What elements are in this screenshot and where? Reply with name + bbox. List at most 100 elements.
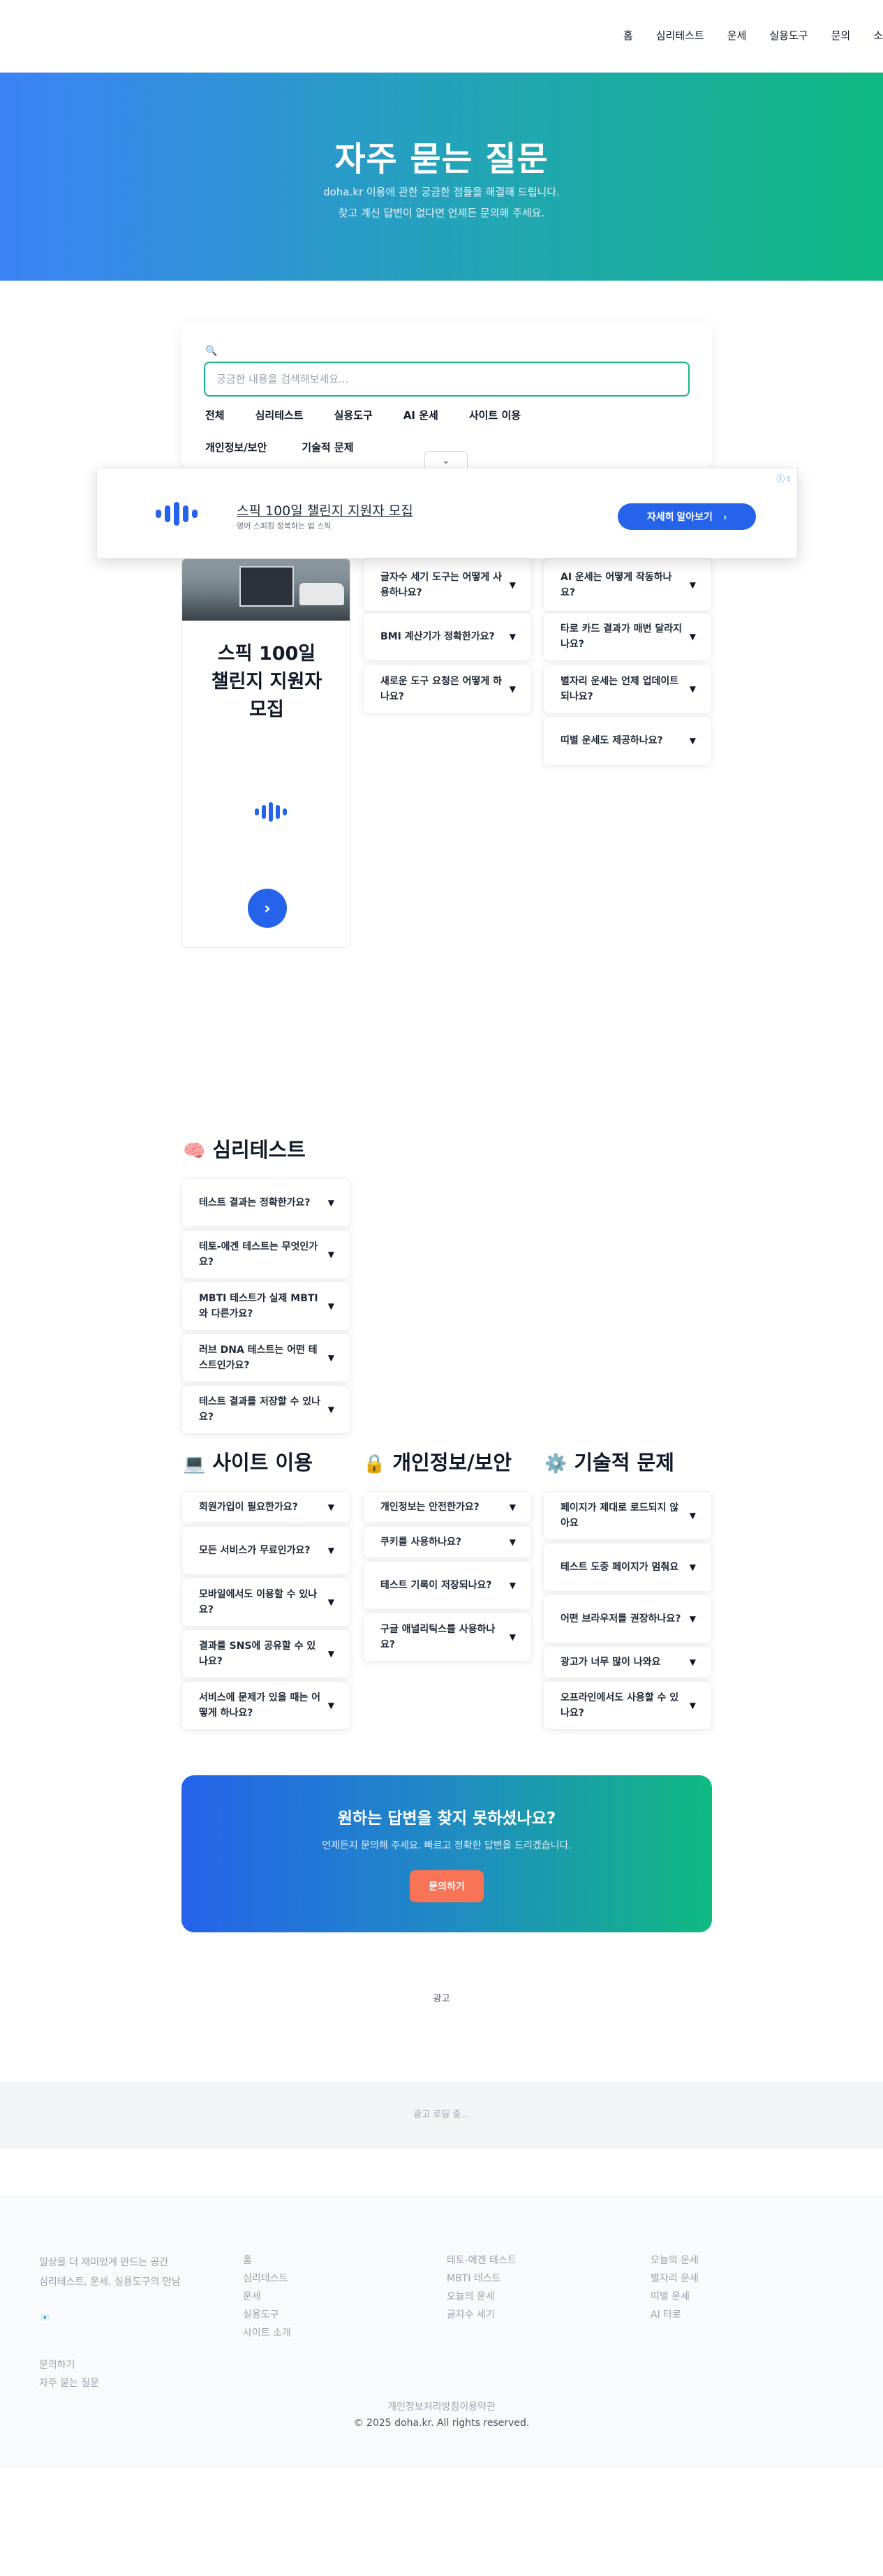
anchor-ad-cta-button[interactable]: 자세히 알아보기 ›	[618, 503, 756, 530]
email-icon[interactable]: 📧	[40, 2314, 49, 2322]
nav-home[interactable]: 홈	[623, 28, 633, 43]
faq-item[interactable]: 모든 서비스가 무료인가요? ▼	[181, 1526, 350, 1575]
anchor-ad-title[interactable]: 스픽 100일 챌린지 지원자 모집	[237, 501, 413, 519]
category-all[interactable]: 전체	[205, 408, 225, 422]
faq-item[interactable]: 페이지가 제대로 로드되지 않아요 ▼	[543, 1491, 712, 1540]
category-site-usage[interactable]: 사이트 이용	[469, 408, 521, 422]
expand-arrow-icon: ▼	[689, 736, 696, 746]
page-title: 자주 묻는 질문	[334, 140, 549, 179]
side-ad-arrow-button[interactable]: ›	[248, 889, 287, 928]
anchor-ad-banner[interactable]: ⓘ ⁝ 스픽 100일 챌린지 지원자 모집 영어 스피킹 정복하는 법 스픽 …	[96, 468, 798, 558]
footer-link[interactable]: 사이트 소개	[243, 2324, 291, 2342]
search-icon: 🔍	[205, 346, 218, 357]
faq-item[interactable]: 별자리 운세는 언제 업데이트되나요? ▼	[543, 665, 712, 713]
nav-tools[interactable]: 실용도구	[769, 28, 808, 43]
nav-contact[interactable]: 문의	[831, 28, 851, 43]
side-ad-title-line: 챌린지 지원자	[211, 671, 322, 693]
expand-arrow-icon: ▼	[327, 1597, 334, 1607]
hero-description-line1: doha.kr 이용에 관한 궁금한 점들을 해결해 드립니다.	[323, 186, 560, 198]
expand-arrow-icon: ▼	[327, 1198, 334, 1208]
category-tech[interactable]: 기술적 문제	[302, 440, 353, 454]
faq-item[interactable]: 결과를 SNS에 공유할 수 있나요? ▼	[181, 1629, 350, 1678]
footer-link[interactable]: 글자수 세기	[447, 2306, 517, 2324]
expand-arrow-icon: ▼	[689, 1614, 696, 1624]
faq-question: 페이지가 제대로 로드되지 않아요	[561, 1502, 679, 1529]
collapse-toggle[interactable]: ⌄	[424, 451, 468, 469]
footer-link[interactable]: 띠별 운세	[651, 2288, 699, 2306]
faq-item[interactable]: BMI 계산기가 정확한가요? ▼	[363, 613, 532, 660]
faq-question: 서비스에 문제가 있을 때는 어떻게 하나요?	[199, 1692, 321, 1719]
category-tools[interactable]: 실용도구	[334, 408, 373, 422]
footer-link[interactable]: 오늘의 운세	[447, 2288, 517, 2306]
faq-item[interactable]: 테스트 도중 페이지가 멈춰요 ▼	[543, 1543, 712, 1592]
faq-search-card: 🔍 전체 심리테스트 실용도구 AI 운세 사이트 이용 개인정보/보안 기술적…	[181, 323, 712, 469]
category-filter-row-2: 개인정보/보안 기술적 문제	[205, 440, 385, 454]
faq-question: 결과를 SNS에 공유할 수 있나요?	[199, 1641, 316, 1667]
faq-item[interactable]: 테스트 결과는 정확한가요? ▼	[181, 1178, 350, 1227]
faq-item[interactable]: 회원가입이 필요한가요? ▼	[181, 1491, 350, 1523]
faq-question: 타로 카드 결과가 매번 달라지나요?	[561, 623, 683, 650]
expand-arrow-icon: ▼	[327, 1701, 334, 1710]
side-ad-title-line: 모집	[249, 699, 284, 720]
footer-link[interactable]: 실용도구	[243, 2306, 291, 2324]
faq-item[interactable]: 어떤 브라우저를 권장하나요? ▼	[543, 1594, 712, 1643]
faq-item[interactable]: AI 운세는 어떻게 작동하나요? ▼	[543, 558, 712, 612]
nav-psych-test[interactable]: 심리테스트	[656, 28, 704, 43]
faq-question: 새로운 도구 요청은 어떻게 하나요?	[380, 676, 503, 702]
expand-arrow-icon: ▼	[509, 1581, 516, 1590]
faq-item[interactable]: 글자수 세기 도구는 어떻게 사용하나요? ▼	[363, 558, 532, 612]
faq-question: AI 운세는 어떻게 작동하나요?	[561, 572, 672, 598]
faq-question: 띠별 운세도 제공하나요?	[561, 735, 663, 746]
footer-link[interactable]: 별자리 운세	[651, 2270, 699, 2288]
footer-link-contact[interactable]: 문의하기	[39, 2356, 99, 2374]
footer-link[interactable]: 홈	[243, 2251, 291, 2270]
category-privacy[interactable]: 개인정보/보안	[205, 440, 267, 454]
ad-info-icon[interactable]: ⓘ ⁝	[776, 473, 790, 484]
footer-link[interactable]: AI 타로	[651, 2306, 699, 2324]
site-footer: 일상을 더 재미있게 만드는 공간 심리테스트, 운세, 실용도구의 만남 📧 …	[0, 2196, 883, 2468]
faq-item[interactable]: 러브 DNA 테스트는 어떤 테스트인가요? ▼	[181, 1333, 350, 1382]
faq-item[interactable]: 쿠키를 사용하나요? ▼	[363, 1526, 532, 1558]
side-banner-ad[interactable]: 스픽 100일 챌린지 지원자 모집 ›	[181, 558, 350, 948]
expand-arrow-icon: ▼	[327, 1502, 334, 1512]
footer-link[interactable]: 테토-에겐 테스트	[447, 2251, 517, 2270]
nav-about[interactable]: 소	[873, 28, 883, 43]
category-ai-fortune[interactable]: AI 운세	[403, 408, 438, 422]
site-header: 홈 심리테스트 운세 실용도구 문의 소	[0, 0, 883, 73]
footer-link[interactable]: 오늘의 운세	[651, 2251, 699, 2270]
faq-item[interactable]: 구글 애널리틱스를 사용하나요? ▼	[363, 1613, 532, 1661]
expand-arrow-icon: ▼	[509, 1537, 516, 1547]
faq-item[interactable]: 타로 카드 결과가 매번 달라지나요? ▼	[543, 613, 712, 660]
faq-hero: 자주 묻는 질문 doha.kr 이용에 관한 궁금한 점들을 해결해 드립니다…	[0, 73, 883, 281]
faq-item[interactable]: 띠별 운세도 제공하나요? ▼	[543, 716, 712, 765]
expand-arrow-icon: ▼	[689, 632, 696, 642]
faq-item[interactable]: 새로운 도구 요청은 어떻게 하나요? ▼	[363, 665, 532, 713]
faq-item[interactable]: MBTI 테스트가 실제 MBTI와 다른가요? ▼	[181, 1282, 350, 1331]
faq-item[interactable]: 개인정보는 안전한가요? ▼	[363, 1491, 532, 1523]
faq-search-input[interactable]	[204, 362, 690, 397]
contact-cta: 원하는 답변을 찾지 못하셨나요? 언제든지 문의해 주세요. 빠르고 정확한 …	[181, 1775, 712, 1932]
footer-link[interactable]: MBTI 테스트	[447, 2270, 517, 2288]
faq-item[interactable]: 오프라인에서도 사용할 수 있나요? ▼	[543, 1681, 712, 1730]
category-psych-test[interactable]: 심리테스트	[255, 408, 304, 422]
faq-item[interactable]: 테스트 기록이 저장되나요? ▼	[363, 1561, 532, 1610]
footer-link[interactable]: 심리테스트	[243, 2270, 291, 2288]
faq-item[interactable]: 광고가 너무 많이 나와요 ▼	[543, 1646, 712, 1678]
faq-item[interactable]: 모바일에서도 이용할 수 있나요? ▼	[181, 1578, 350, 1627]
footer-legal-links[interactable]: 개인정보처리방침이용약관	[0, 2399, 883, 2413]
expand-arrow-icon: ▼	[509, 1632, 516, 1642]
section-heading-site: 💻 사이트 이용	[183, 1446, 313, 1476]
contact-button[interactable]: 문의하기	[410, 1870, 484, 1902]
faq-item[interactable]: 테토-에겐 테스트는 무엇인가요? ▼	[181, 1230, 350, 1279]
nav-fortune[interactable]: 운세	[727, 28, 747, 43]
faq-item[interactable]: 테스트 결과를 저장할 수 있나요? ▼	[181, 1385, 350, 1434]
expand-arrow-icon: ▼	[689, 1511, 696, 1520]
hero-description-line2: 찾고 계신 답변이 없다면 언제든 문의해 주세요.	[338, 207, 545, 219]
faq-item[interactable]: 서비스에 문제가 있을 때는 어떻게 하나요? ▼	[181, 1681, 350, 1730]
expand-arrow-icon: ▼	[327, 1301, 334, 1311]
faq-question: 테스트 도중 페이지가 멈춰요	[561, 1562, 679, 1573]
faq-question: 광고가 너무 많이 나와요	[561, 1657, 661, 1668]
expand-arrow-icon: ▼	[689, 1701, 696, 1710]
footer-link[interactable]: 운세	[243, 2288, 291, 2306]
footer-link-faq[interactable]: 자주 묻는 질문	[39, 2374, 99, 2392]
